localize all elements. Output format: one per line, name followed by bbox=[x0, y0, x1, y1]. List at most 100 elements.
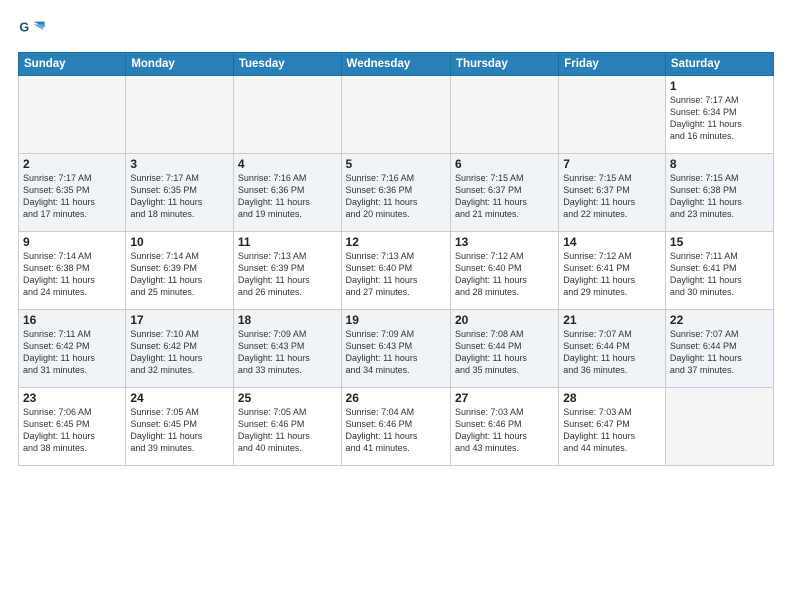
day-info: Sunrise: 7:15 AM Sunset: 6:37 PM Dayligh… bbox=[455, 172, 554, 221]
calendar-cell: 23Sunrise: 7:06 AM Sunset: 6:45 PM Dayli… bbox=[19, 388, 126, 466]
calendar-cell: 9Sunrise: 7:14 AM Sunset: 6:38 PM Daylig… bbox=[19, 232, 126, 310]
day-number: 24 bbox=[130, 391, 229, 405]
calendar-cell bbox=[19, 76, 126, 154]
day-number: 10 bbox=[130, 235, 229, 249]
day-number: 19 bbox=[346, 313, 446, 327]
day-number: 26 bbox=[346, 391, 446, 405]
day-number: 28 bbox=[563, 391, 661, 405]
day-info: Sunrise: 7:15 AM Sunset: 6:37 PM Dayligh… bbox=[563, 172, 661, 221]
calendar-cell bbox=[126, 76, 234, 154]
day-number: 3 bbox=[130, 157, 229, 171]
calendar-cell bbox=[233, 76, 341, 154]
calendar-cell: 3Sunrise: 7:17 AM Sunset: 6:35 PM Daylig… bbox=[126, 154, 234, 232]
day-info: Sunrise: 7:16 AM Sunset: 6:36 PM Dayligh… bbox=[238, 172, 337, 221]
day-info: Sunrise: 7:14 AM Sunset: 6:38 PM Dayligh… bbox=[23, 250, 121, 299]
weekday-header-friday: Friday bbox=[559, 53, 666, 76]
calendar-cell: 2Sunrise: 7:17 AM Sunset: 6:35 PM Daylig… bbox=[19, 154, 126, 232]
header: G bbox=[18, 16, 774, 44]
calendar-cell: 22Sunrise: 7:07 AM Sunset: 6:44 PM Dayli… bbox=[665, 310, 773, 388]
calendar-cell: 1Sunrise: 7:17 AM Sunset: 6:34 PM Daylig… bbox=[665, 76, 773, 154]
day-number: 9 bbox=[23, 235, 121, 249]
calendar-cell: 25Sunrise: 7:05 AM Sunset: 6:46 PM Dayli… bbox=[233, 388, 341, 466]
calendar-cell: 4Sunrise: 7:16 AM Sunset: 6:36 PM Daylig… bbox=[233, 154, 341, 232]
day-info: Sunrise: 7:07 AM Sunset: 6:44 PM Dayligh… bbox=[670, 328, 769, 377]
day-number: 6 bbox=[455, 157, 554, 171]
weekday-header-thursday: Thursday bbox=[450, 53, 558, 76]
week-row-1: 1Sunrise: 7:17 AM Sunset: 6:34 PM Daylig… bbox=[19, 76, 774, 154]
weekday-header-row: SundayMondayTuesdayWednesdayThursdayFrid… bbox=[19, 53, 774, 76]
day-info: Sunrise: 7:06 AM Sunset: 6:45 PM Dayligh… bbox=[23, 406, 121, 455]
calendar-cell: 20Sunrise: 7:08 AM Sunset: 6:44 PM Dayli… bbox=[450, 310, 558, 388]
day-number: 17 bbox=[130, 313, 229, 327]
day-info: Sunrise: 7:07 AM Sunset: 6:44 PM Dayligh… bbox=[563, 328, 661, 377]
weekday-header-tuesday: Tuesday bbox=[233, 53, 341, 76]
calendar-cell: 17Sunrise: 7:10 AM Sunset: 6:42 PM Dayli… bbox=[126, 310, 234, 388]
calendar-cell: 19Sunrise: 7:09 AM Sunset: 6:43 PM Dayli… bbox=[341, 310, 450, 388]
week-row-3: 9Sunrise: 7:14 AM Sunset: 6:38 PM Daylig… bbox=[19, 232, 774, 310]
day-number: 8 bbox=[670, 157, 769, 171]
day-number: 7 bbox=[563, 157, 661, 171]
weekday-header-sunday: Sunday bbox=[19, 53, 126, 76]
logo: G bbox=[18, 16, 48, 44]
day-info: Sunrise: 7:05 AM Sunset: 6:46 PM Dayligh… bbox=[238, 406, 337, 455]
week-row-4: 16Sunrise: 7:11 AM Sunset: 6:42 PM Dayli… bbox=[19, 310, 774, 388]
day-number: 13 bbox=[455, 235, 554, 249]
day-info: Sunrise: 7:14 AM Sunset: 6:39 PM Dayligh… bbox=[130, 250, 229, 299]
calendar-cell: 12Sunrise: 7:13 AM Sunset: 6:40 PM Dayli… bbox=[341, 232, 450, 310]
day-info: Sunrise: 7:03 AM Sunset: 6:46 PM Dayligh… bbox=[455, 406, 554, 455]
day-number: 1 bbox=[670, 79, 769, 93]
day-number: 27 bbox=[455, 391, 554, 405]
day-info: Sunrise: 7:15 AM Sunset: 6:38 PM Dayligh… bbox=[670, 172, 769, 221]
day-info: Sunrise: 7:03 AM Sunset: 6:47 PM Dayligh… bbox=[563, 406, 661, 455]
svg-text:G: G bbox=[19, 20, 29, 34]
calendar-cell: 28Sunrise: 7:03 AM Sunset: 6:47 PM Dayli… bbox=[559, 388, 666, 466]
day-info: Sunrise: 7:17 AM Sunset: 6:35 PM Dayligh… bbox=[23, 172, 121, 221]
day-number: 25 bbox=[238, 391, 337, 405]
calendar-cell: 14Sunrise: 7:12 AM Sunset: 6:41 PM Dayli… bbox=[559, 232, 666, 310]
day-info: Sunrise: 7:08 AM Sunset: 6:44 PM Dayligh… bbox=[455, 328, 554, 377]
day-number: 21 bbox=[563, 313, 661, 327]
calendar-cell: 26Sunrise: 7:04 AM Sunset: 6:46 PM Dayli… bbox=[341, 388, 450, 466]
day-info: Sunrise: 7:09 AM Sunset: 6:43 PM Dayligh… bbox=[346, 328, 446, 377]
weekday-header-monday: Monday bbox=[126, 53, 234, 76]
day-info: Sunrise: 7:13 AM Sunset: 6:40 PM Dayligh… bbox=[346, 250, 446, 299]
day-info: Sunrise: 7:05 AM Sunset: 6:45 PM Dayligh… bbox=[130, 406, 229, 455]
calendar-cell: 10Sunrise: 7:14 AM Sunset: 6:39 PM Dayli… bbox=[126, 232, 234, 310]
calendar-cell: 18Sunrise: 7:09 AM Sunset: 6:43 PM Dayli… bbox=[233, 310, 341, 388]
day-number: 18 bbox=[238, 313, 337, 327]
day-number: 14 bbox=[563, 235, 661, 249]
calendar-cell: 11Sunrise: 7:13 AM Sunset: 6:39 PM Dayli… bbox=[233, 232, 341, 310]
calendar-cell: 15Sunrise: 7:11 AM Sunset: 6:41 PM Dayli… bbox=[665, 232, 773, 310]
day-number: 12 bbox=[346, 235, 446, 249]
logo-icon: G bbox=[18, 16, 46, 44]
calendar-cell: 21Sunrise: 7:07 AM Sunset: 6:44 PM Dayli… bbox=[559, 310, 666, 388]
day-info: Sunrise: 7:17 AM Sunset: 6:35 PM Dayligh… bbox=[130, 172, 229, 221]
calendar-cell: 6Sunrise: 7:15 AM Sunset: 6:37 PM Daylig… bbox=[450, 154, 558, 232]
calendar-cell: 27Sunrise: 7:03 AM Sunset: 6:46 PM Dayli… bbox=[450, 388, 558, 466]
calendar-cell: 8Sunrise: 7:15 AM Sunset: 6:38 PM Daylig… bbox=[665, 154, 773, 232]
day-info: Sunrise: 7:16 AM Sunset: 6:36 PM Dayligh… bbox=[346, 172, 446, 221]
day-info: Sunrise: 7:12 AM Sunset: 6:40 PM Dayligh… bbox=[455, 250, 554, 299]
day-number: 11 bbox=[238, 235, 337, 249]
calendar-cell bbox=[341, 76, 450, 154]
day-number: 16 bbox=[23, 313, 121, 327]
calendar-cell bbox=[559, 76, 666, 154]
day-info: Sunrise: 7:12 AM Sunset: 6:41 PM Dayligh… bbox=[563, 250, 661, 299]
day-info: Sunrise: 7:11 AM Sunset: 6:41 PM Dayligh… bbox=[670, 250, 769, 299]
day-number: 5 bbox=[346, 157, 446, 171]
page: G SundayMondayTuesdayWednesdayThursdayFr… bbox=[0, 0, 792, 612]
day-info: Sunrise: 7:10 AM Sunset: 6:42 PM Dayligh… bbox=[130, 328, 229, 377]
calendar-cell bbox=[665, 388, 773, 466]
day-info: Sunrise: 7:04 AM Sunset: 6:46 PM Dayligh… bbox=[346, 406, 446, 455]
calendar-cell bbox=[450, 76, 558, 154]
calendar-cell: 7Sunrise: 7:15 AM Sunset: 6:37 PM Daylig… bbox=[559, 154, 666, 232]
calendar-cell: 24Sunrise: 7:05 AM Sunset: 6:45 PM Dayli… bbox=[126, 388, 234, 466]
weekday-header-saturday: Saturday bbox=[665, 53, 773, 76]
weekday-header-wednesday: Wednesday bbox=[341, 53, 450, 76]
day-info: Sunrise: 7:13 AM Sunset: 6:39 PM Dayligh… bbox=[238, 250, 337, 299]
calendar-table: SundayMondayTuesdayWednesdayThursdayFrid… bbox=[18, 52, 774, 466]
day-info: Sunrise: 7:17 AM Sunset: 6:34 PM Dayligh… bbox=[670, 94, 769, 143]
day-number: 20 bbox=[455, 313, 554, 327]
day-number: 15 bbox=[670, 235, 769, 249]
day-number: 22 bbox=[670, 313, 769, 327]
